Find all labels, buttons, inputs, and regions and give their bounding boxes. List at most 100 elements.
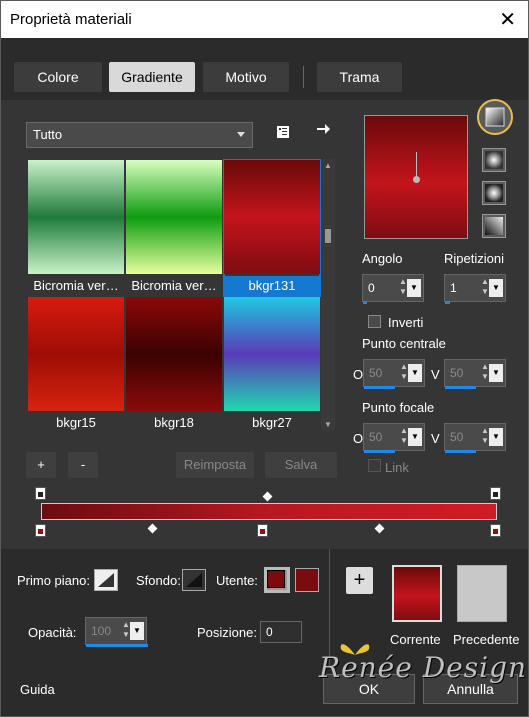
- repeat-spinner[interactable]: 1 ▲ ▼ ▼: [444, 274, 506, 304]
- gradient-preview: [224, 297, 320, 411]
- tab-separator: [303, 66, 304, 88]
- center-v-spinner[interactable]: 50 ▲ ▼ ▼: [444, 359, 506, 389]
- color-stop-middle[interactable]: [257, 524, 268, 537]
- focal-o-spinner[interactable]: 50 ▲ ▼ ▼: [363, 423, 425, 453]
- chevron-down-icon[interactable]: ▼: [489, 428, 503, 446]
- center-v-label: V: [431, 367, 440, 382]
- add-gradient-button[interactable]: +: [26, 452, 56, 478]
- tab-gradiente[interactable]: Gradiente: [109, 62, 195, 92]
- category-dropdown[interactable]: Tutto: [26, 122, 253, 148]
- previous-label: Precedente: [453, 632, 520, 647]
- tab-trama[interactable]: Trama: [317, 62, 402, 92]
- repeat-value: 1: [450, 281, 457, 295]
- gradient-swatch[interactable]: bkgr15: [28, 297, 124, 433]
- stop-fill: [493, 529, 498, 534]
- chevron-down-icon[interactable]: ▼: [408, 364, 422, 382]
- radial-style-button[interactable]: [482, 181, 506, 205]
- repeat-label: Ripetizioni: [444, 251, 504, 266]
- gradient-editor-bar[interactable]: [41, 503, 497, 520]
- stop-fill: [260, 529, 265, 534]
- angle-spinner[interactable]: 0 ▲ ▼ ▼: [362, 274, 424, 304]
- center-o-level-bar: [364, 386, 395, 389]
- center-o-spinner[interactable]: 50 ▲ ▼ ▼: [363, 359, 425, 389]
- watermark-logo: Renée Design: [319, 644, 527, 684]
- position-value: 0: [266, 625, 273, 639]
- gradient-label: bkgr27: [252, 415, 292, 430]
- transparency-stop-right[interactable]: [490, 487, 501, 500]
- tab-motivo[interactable]: Motivo: [203, 62, 289, 92]
- gradient-swatch[interactable]: bkgr18: [126, 297, 222, 433]
- gradient-preview-large[interactable]: [364, 115, 468, 239]
- close-icon[interactable]: ✕: [499, 7, 516, 32]
- opacity-spinner[interactable]: 100 ▲ ▼ ▼: [85, 617, 148, 647]
- reset-button[interactable]: Reimposta: [176, 452, 254, 478]
- current-label: Corrente: [390, 632, 441, 647]
- center-point-label: Punto centrale: [362, 336, 446, 351]
- angle-level-bar: [363, 301, 367, 304]
- library-icon[interactable]: [273, 124, 293, 144]
- position-label: Posizione:: [197, 625, 257, 640]
- sunburst-style-button[interactable]: [482, 214, 506, 238]
- background-label: Sfondo:: [136, 573, 181, 588]
- save-button[interactable]: Salva: [265, 452, 337, 478]
- gradient-label: bkgr131: [224, 276, 320, 296]
- user-swatch-selected[interactable]: [264, 567, 290, 593]
- position-field[interactable]: 0: [260, 621, 302, 643]
- current-gradient-swatch[interactable]: [392, 565, 442, 622]
- gradient-label: Bicromia ver…: [131, 278, 217, 293]
- tab-bar: Colore Gradiente Motivo Trama: [1, 38, 528, 100]
- gradient-preview: [126, 160, 222, 274]
- link-label: Link: [385, 460, 409, 475]
- user-label: Utente:: [216, 573, 258, 588]
- chevron-down-icon[interactable]: ▼: [407, 279, 421, 297]
- gradient-swatch[interactable]: Bicromia ver…: [126, 160, 222, 296]
- chevron-down-icon[interactable]: ▼: [324, 420, 332, 429]
- angle-needle[interactable]: [416, 152, 417, 178]
- chevron-up-icon[interactable]: ▲: [324, 161, 332, 170]
- previous-gradient-swatch[interactable]: [457, 565, 507, 622]
- gradient-swatch[interactable]: Bicromia ver…: [28, 160, 124, 296]
- focal-o-label: O: [353, 431, 364, 446]
- gradient-swatch[interactable]: bkgr27: [224, 297, 320, 433]
- stop-fill: [493, 492, 498, 497]
- chevron-down-icon[interactable]: ▼: [489, 279, 503, 297]
- help-link[interactable]: Guida: [20, 682, 55, 697]
- link-checkbox[interactable]: [368, 459, 381, 472]
- gradient-preview: [126, 297, 222, 411]
- arrow-right-icon[interactable]: [313, 122, 333, 142]
- tab-colore[interactable]: Colore: [14, 62, 102, 92]
- focal-v-value: 50: [450, 430, 464, 444]
- user-color-swatch[interactable]: [295, 568, 319, 592]
- gradient-preview: [224, 160, 320, 274]
- rectangular-style-button[interactable]: [482, 148, 506, 172]
- center-point-handle[interactable]: [413, 176, 420, 183]
- stop-fill: [38, 529, 43, 534]
- foreground-swatch[interactable]: [94, 569, 118, 591]
- transparency-stop-left[interactable]: [35, 487, 46, 500]
- invert-label: Inverti: [388, 315, 424, 330]
- gradient-swatch-selected[interactable]: bkgr131: [223, 159, 321, 297]
- remove-gradient-button[interactable]: -: [68, 452, 98, 478]
- background-swatch[interactable]: [182, 569, 206, 591]
- chevron-down-icon[interactable]: ▼: [489, 364, 503, 382]
- linear-style-button[interactable]: [477, 99, 513, 135]
- center-v-value: 50: [450, 366, 464, 380]
- focal-o-level-bar: [364, 450, 395, 453]
- color-stop-right[interactable]: [490, 524, 501, 537]
- invert-checkbox[interactable]: [368, 315, 381, 328]
- color-stop-left[interactable]: [35, 524, 46, 537]
- user-color-fill: [267, 570, 285, 588]
- chevron-down-icon[interactable]: ▼: [130, 622, 144, 640]
- center-o-value: 50: [369, 366, 383, 380]
- opacity-label: Opacità:: [28, 625, 77, 640]
- chevron-down-icon[interactable]: ▼: [408, 428, 422, 446]
- focal-v-level-bar: [445, 450, 476, 453]
- add-stop-icon[interactable]: +: [346, 567, 373, 594]
- scrollbar-thumb[interactable]: [325, 229, 331, 243]
- gallery-scrollbar[interactable]: ▲ ▼: [321, 159, 335, 431]
- opacity-level-bar: [86, 644, 148, 647]
- gradient-gallery: Bicromia ver… Bicromia ver… bkgr131 bkgr…: [26, 157, 336, 433]
- focal-v-spinner[interactable]: 50 ▲ ▼ ▼: [444, 423, 506, 453]
- focal-point-label: Punto focale: [362, 400, 435, 415]
- gradient-preview: [28, 160, 124, 274]
